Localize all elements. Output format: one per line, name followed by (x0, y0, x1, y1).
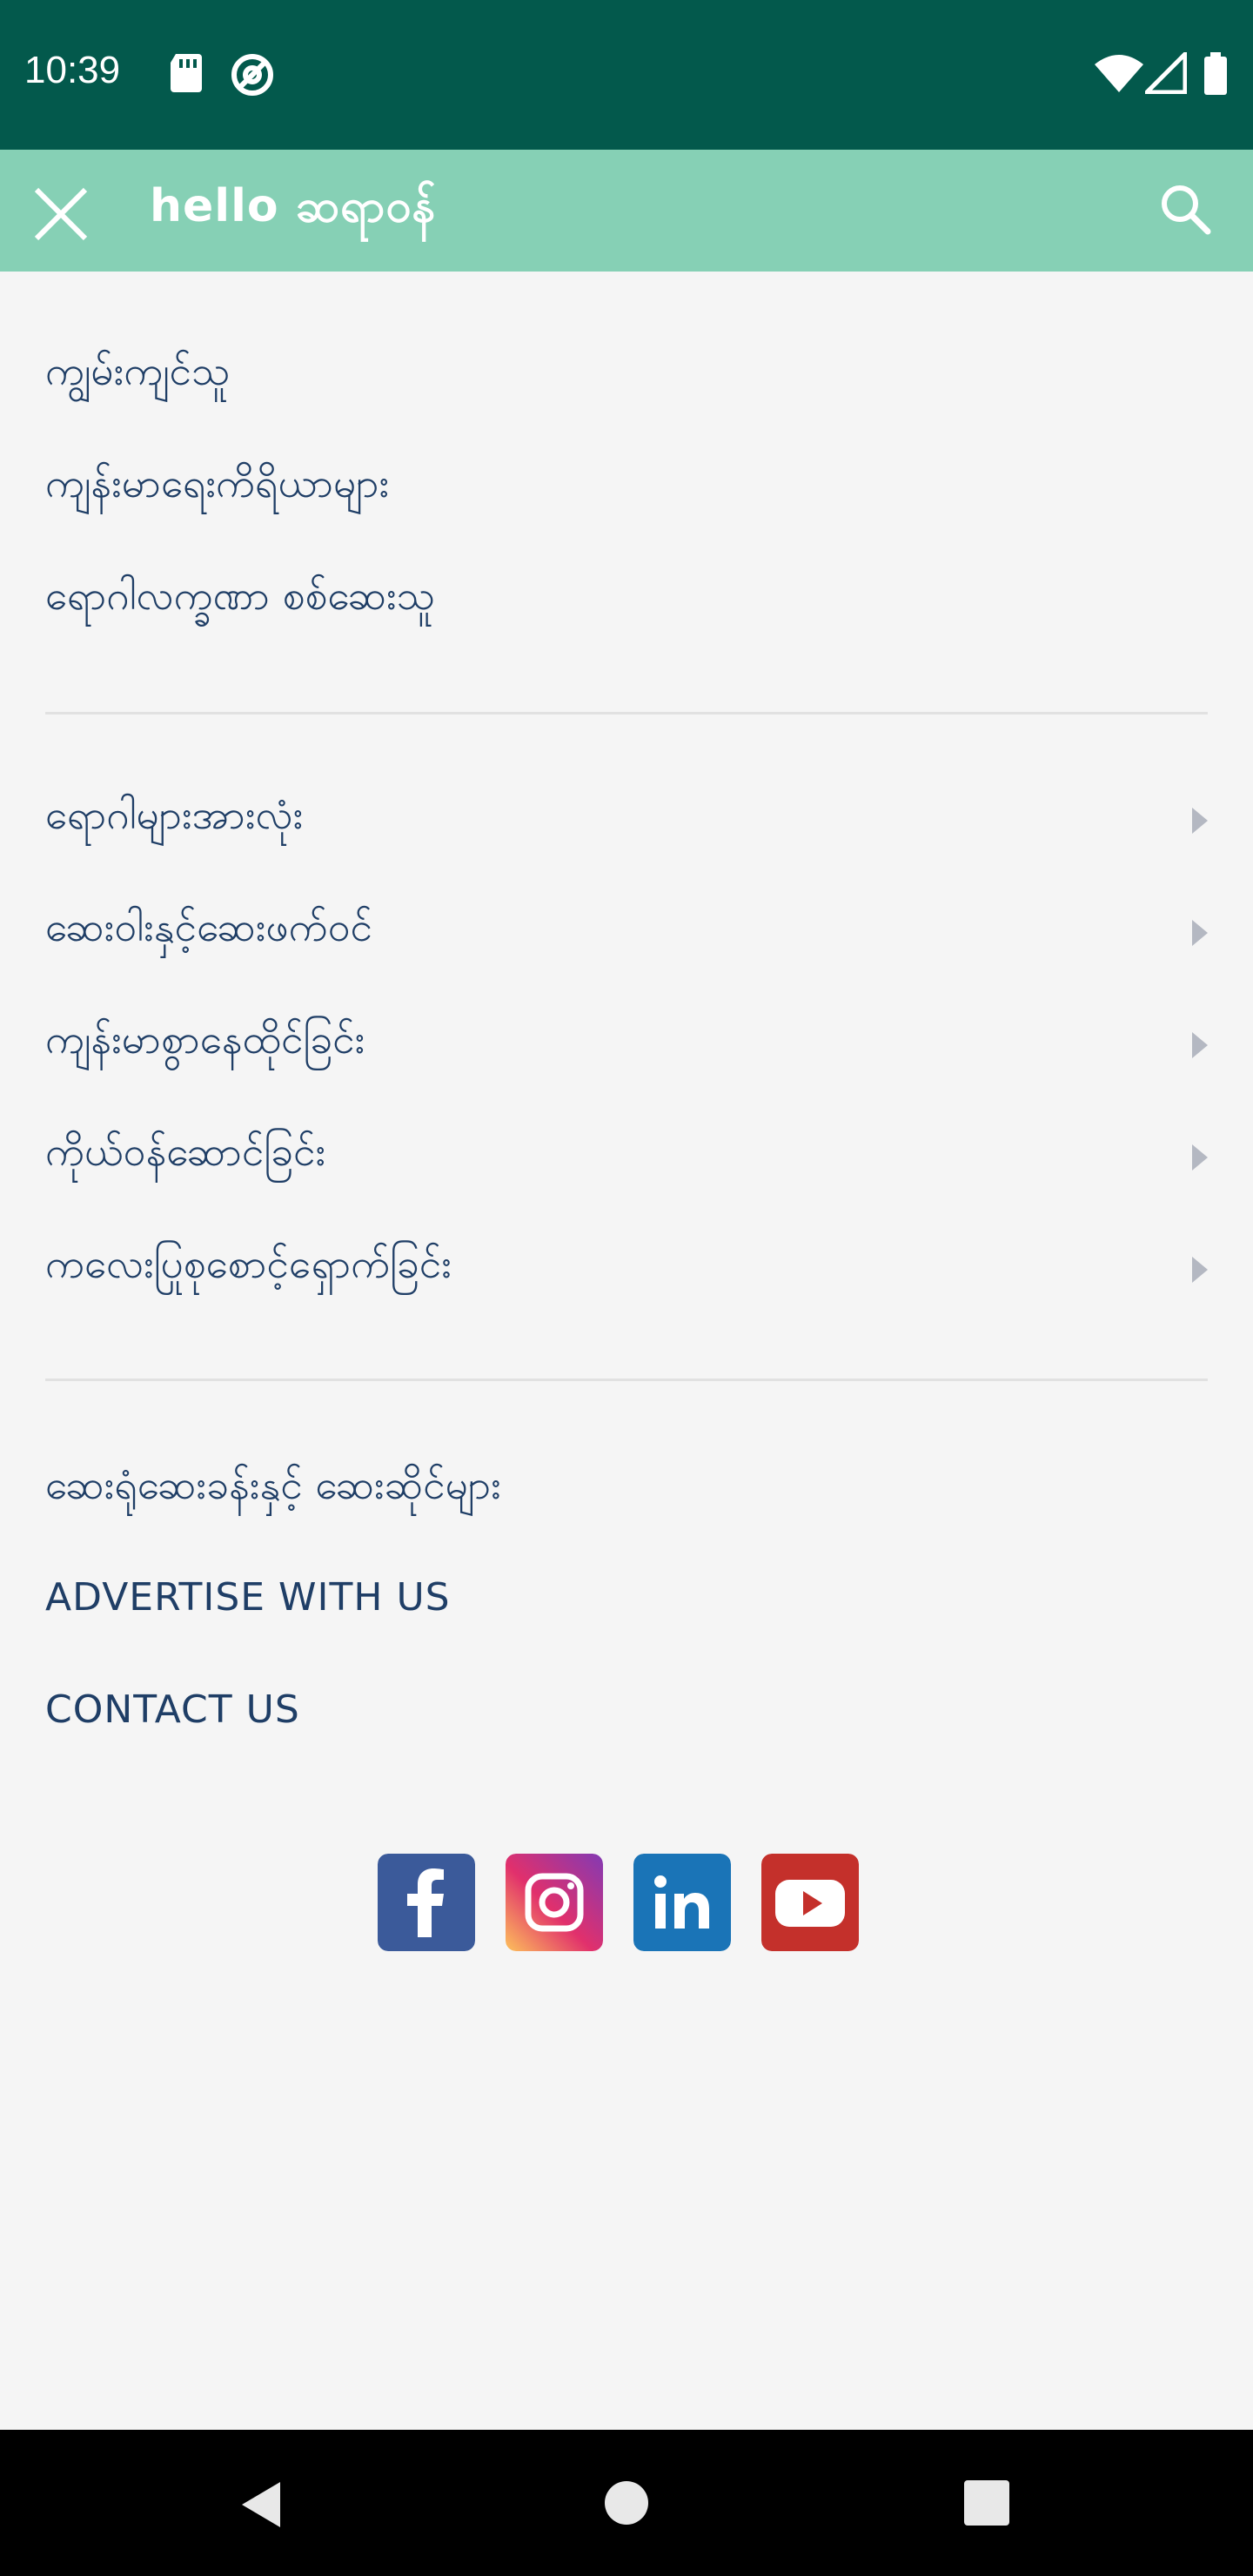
menu-item-parenting[interactable]: ကလေးပြုစုစောင့်ရှောက်ခြင်း (45, 1239, 452, 1298)
chevron-right-icon[interactable] (1192, 808, 1208, 834)
facebook-icon[interactable] (378, 1854, 475, 1951)
signal-icon (1145, 52, 1187, 94)
status-bar: 10:39 (0, 0, 1253, 150)
menu-item-drugs-herbs[interactable]: ဆေးဝါးနှင့်ဆေးဖက်ဝင် (45, 902, 372, 961)
wifi-icon (1095, 55, 1143, 92)
menu-item-hospitals-pharmacies[interactable]: ဆေးရုံဆေးခန်းနှင့် ဆေးဆိုင်များ (45, 1460, 501, 1519)
close-icon[interactable] (31, 184, 90, 244)
battery-icon (1204, 52, 1227, 95)
menu-item-health-tools[interactable]: ကျန်းမာရေးကိရိယာများ (45, 459, 389, 517)
menu-item-experts[interactable]: ကျွမ်းကျင်သူ (45, 346, 231, 405)
status-time: 10:39 (24, 49, 121, 91)
menu-item-pregnancy[interactable]: ကိုယ်ဝန်ဆောင်ခြင်း (45, 1127, 325, 1185)
youtube-icon[interactable] (761, 1854, 859, 1951)
chevron-right-icon[interactable] (1192, 1032, 1208, 1058)
chevron-right-icon[interactable] (1192, 1257, 1208, 1283)
search-icon[interactable] (1157, 181, 1213, 237)
recents-icon[interactable] (964, 2480, 1009, 2526)
menu-item-advertise[interactable]: ADVERTISE WITH US (45, 1575, 451, 1620)
back-icon[interactable] (237, 2479, 285, 2531)
divider (45, 1379, 1208, 1381)
brand-logo: hello ဆရာဝန် (150, 180, 437, 232)
linkedin-icon[interactable] (633, 1854, 731, 1951)
divider (45, 712, 1208, 714)
at-sign-icon (231, 54, 273, 96)
app-toolbar: hello ဆရာဝန် (0, 150, 1253, 272)
system-nav-bar (0, 2430, 1253, 2576)
menu-item-symptom-checker[interactable]: ရောဂါလက္ခဏာ စစ်ဆေးသူ (45, 571, 435, 629)
menu-item-healthy-living[interactable]: ကျန်းမာစွာနေထိုင်ခြင်း (45, 1015, 365, 1073)
home-icon[interactable] (604, 2480, 649, 2526)
sd-card-icon (171, 54, 202, 92)
menu-item-all-diseases[interactable]: ရောဂါများအားလုံး (45, 790, 303, 849)
instagram-icon[interactable] (506, 1854, 603, 1951)
menu-item-contact[interactable]: CONTACT US (45, 1687, 300, 1732)
chevron-right-icon[interactable] (1192, 1144, 1208, 1171)
chevron-right-icon[interactable] (1192, 920, 1208, 946)
